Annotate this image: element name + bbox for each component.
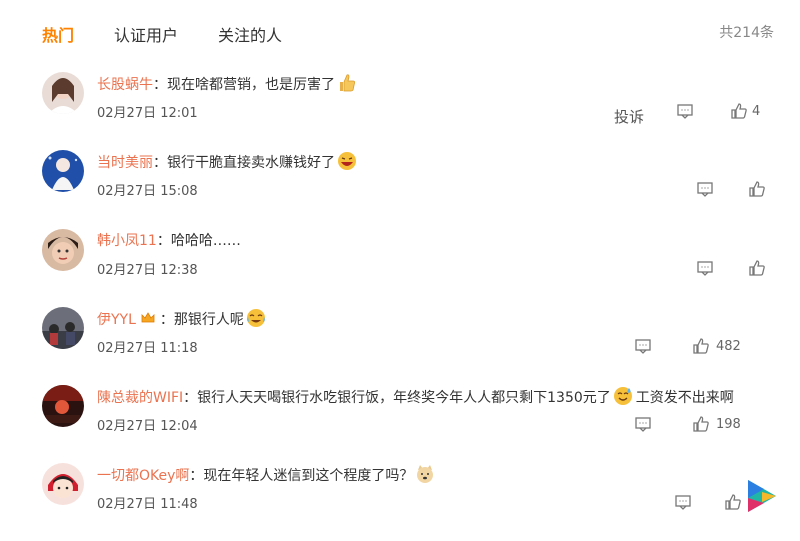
like-icon[interactable]	[748, 259, 766, 277]
comment-text-continued: 工资发不出来啊	[635, 390, 734, 406]
comment-time: 02月27日 11:48	[97, 497, 198, 512]
comment-count: 共214条	[719, 25, 774, 41]
comment-item: 陳总裁的WIFI：银行人天天喝银行水吃银行饭，年终奖今年人人都只剩下1350元了…	[0, 385, 800, 463]
report-link[interactable]: 投诉	[614, 106, 644, 127]
doge-emoji-icon	[417, 465, 434, 483]
laugh-cry-emoji-icon	[246, 309, 265, 327]
comment-text: 现在啥都营销，也是厉害了	[167, 77, 335, 93]
comment-time: 02月27日 15:08	[97, 184, 198, 199]
username-link[interactable]: 一切都OKey啊	[97, 468, 189, 484]
like-icon[interactable]	[724, 493, 742, 511]
comment-item: 伊YYL ：那银行人呢 02月27日 11:18 482	[0, 307, 800, 385]
app-logo-icon	[748, 480, 776, 512]
comment-text-line: 长股蜗牛：现在啥都营销，也是厉害了	[97, 73, 357, 94]
avatar[interactable]	[42, 385, 84, 427]
username-link[interactable]: 陳总裁的WIFI	[97, 390, 183, 406]
reply-icon[interactable]	[674, 493, 692, 511]
separator: ：	[159, 312, 174, 328]
like-count: 198	[716, 417, 741, 432]
reply-icon[interactable]	[676, 102, 694, 120]
tab-following[interactable]: 关注的人	[218, 22, 282, 46]
comment-text-line: 当时美丽：银行干脆直接卖水赚钱好了	[97, 151, 357, 172]
username-link[interactable]: 伊YYL	[97, 312, 136, 328]
separator: ：	[189, 468, 204, 484]
comment-tabs: 热门 认证用户 关注的人 共214条	[0, 0, 800, 62]
crown-badge-icon	[141, 312, 155, 323]
comment-item: 一切都OKey啊：现在年轻人迷信到这个程度了吗？ 02月27日 11:48	[0, 463, 800, 541]
comment-text-line: 韩小凤11：哈哈哈……	[97, 230, 241, 250]
avatar[interactable]	[42, 307, 84, 349]
reply-icon[interactable]	[696, 180, 714, 198]
comment-text: 现在年轻人迷信到这个程度了吗？	[203, 468, 414, 484]
separator: ：	[156, 233, 171, 249]
comment-text-line: 一切都OKey啊：现在年轻人迷信到这个程度了吗？	[97, 464, 435, 485]
separator: ：	[153, 77, 167, 93]
comment-item: 韩小凤11：哈哈哈…… 02月27日 12:38	[0, 229, 800, 307]
comment-text-line: 陳总裁的WIFI：银行人天天喝银行水吃银行饭，年终奖今年人人都只剩下1350元了…	[97, 386, 734, 407]
comment-time: 02月27日 12:01	[97, 106, 198, 121]
comment-text: 那银行人呢	[173, 312, 244, 328]
username-link[interactable]: 韩小凤11	[97, 233, 157, 249]
tab-hot[interactable]: 热门	[42, 22, 74, 46]
reply-icon[interactable]	[634, 337, 652, 355]
comment-item: 当时美丽：银行干脆直接卖水赚钱好了 02月27日 15:08	[0, 150, 800, 228]
like-count: 4	[752, 104, 761, 119]
reply-icon[interactable]	[634, 415, 652, 433]
comment-time: 02月27日 11:18	[97, 341, 198, 356]
like-icon[interactable]	[748, 180, 766, 198]
separator: ：	[153, 155, 167, 171]
tab-verified-users[interactable]: 认证用户	[114, 22, 178, 46]
avatar[interactable]	[42, 463, 84, 505]
comment-time: 02月27日 12:04	[97, 419, 198, 434]
like-count: 482	[716, 339, 741, 354]
thumbs-up-emoji-icon	[340, 74, 355, 92]
comment-text: 哈哈哈……	[170, 233, 241, 249]
username-link[interactable]: 当时美丽	[97, 155, 153, 171]
avatar[interactable]	[42, 229, 84, 271]
laughing-emoji-icon	[338, 152, 356, 170]
like-icon[interactable]	[730, 102, 748, 120]
comment-item: 长股蜗牛：现在啥都营销，也是厉害了 02月27日 12:01 投诉 4	[0, 72, 800, 150]
comment-text: 银行人天天喝银行水吃银行饭，年终奖今年人人都只剩下1350元了	[197, 390, 611, 406]
like-icon[interactable]	[692, 415, 710, 433]
username-link[interactable]: 长股蜗牛	[97, 77, 153, 93]
comment-text: 银行干脆直接卖水赚钱好了	[167, 155, 335, 171]
avatar[interactable]	[42, 150, 84, 192]
sweat-smile-emoji-icon	[613, 387, 632, 405]
separator: ：	[183, 390, 198, 406]
like-icon[interactable]	[692, 337, 710, 355]
reply-icon[interactable]	[696, 259, 714, 277]
comment-text-line: 伊YYL ：那银行人呢	[97, 308, 266, 329]
comment-time: 02月27日 12:38	[97, 263, 198, 278]
avatar[interactable]	[42, 72, 84, 114]
